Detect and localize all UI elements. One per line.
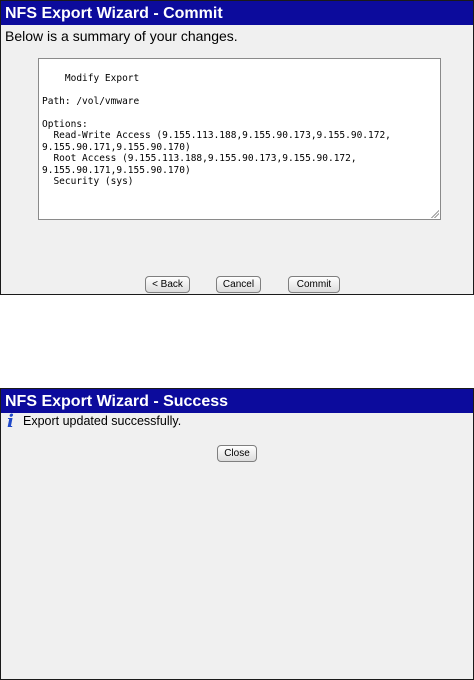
cancel-button[interactable]: Cancel: [216, 276, 261, 293]
summary-content: Modify Export Path: /vol/vmware Options:…: [42, 72, 391, 188]
commit-button[interactable]: Commit: [288, 276, 340, 293]
info-icon: i: [7, 411, 14, 432]
summary-label: Below is a summary of your changes.: [5, 28, 238, 44]
close-button[interactable]: Close: [217, 445, 257, 462]
success-dialog: NFS Export Wizard - Success: [0, 388, 474, 680]
summary-textarea[interactable]: Modify Export Path: /vol/vmware Options:…: [38, 58, 441, 220]
success-dialog-title: NFS Export Wizard - Success: [1, 389, 473, 413]
success-message: Export updated successfully.: [23, 414, 182, 428]
commit-dialog: NFS Export Wizard - Commit Below is a su…: [0, 0, 474, 295]
resize-grip-icon[interactable]: [430, 209, 439, 218]
back-button[interactable]: < Back: [145, 276, 190, 293]
commit-dialog-title: NFS Export Wizard - Commit: [1, 1, 473, 25]
